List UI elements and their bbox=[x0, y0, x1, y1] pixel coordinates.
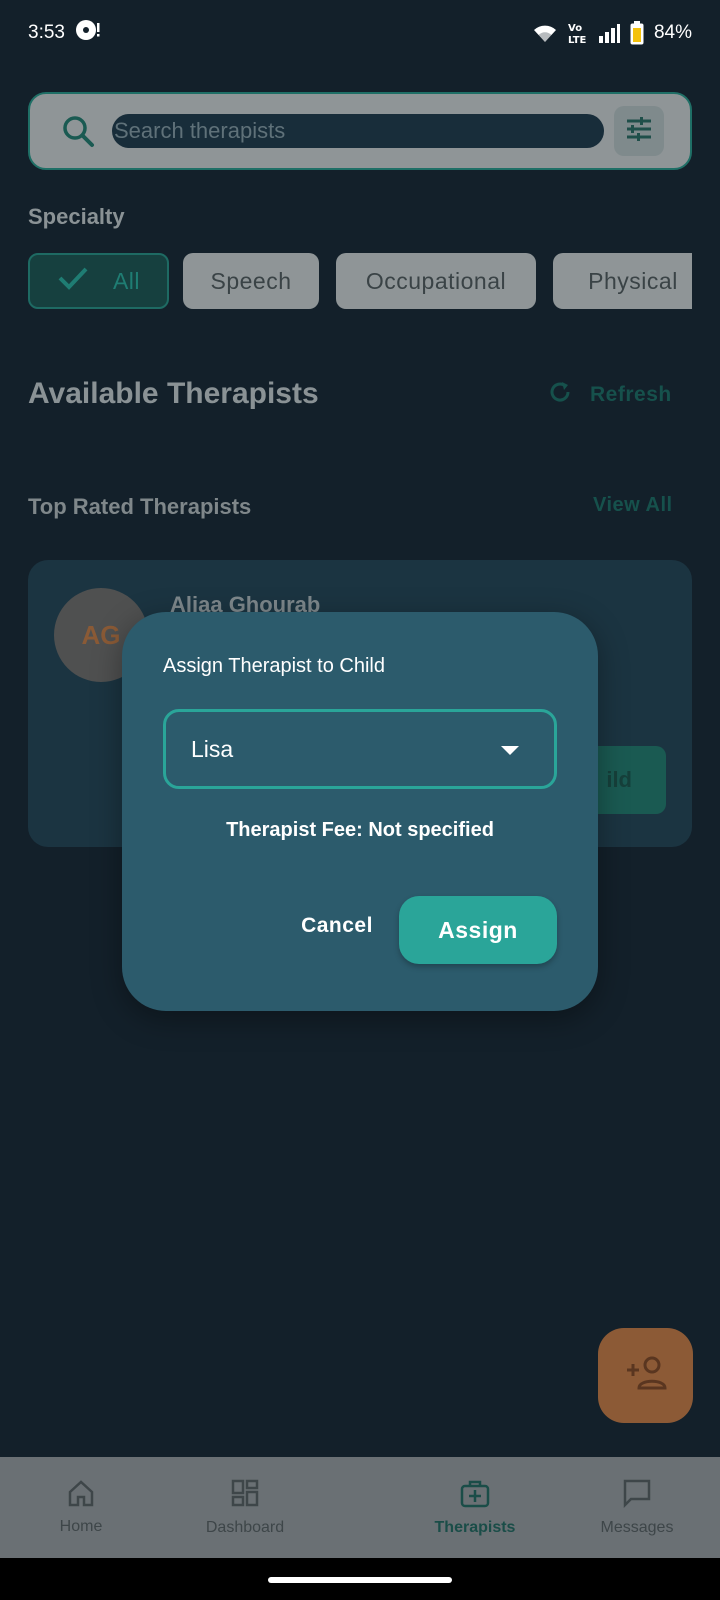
home-icon bbox=[66, 1479, 96, 1512]
search-input[interactable] bbox=[112, 114, 604, 148]
status-time: 3:53 bbox=[28, 22, 65, 43]
battery-percent: 84% bbox=[653, 22, 692, 43]
svg-text:Vo: Vo bbox=[568, 23, 582, 34]
message-icon bbox=[622, 1478, 652, 1513]
battery-icon bbox=[630, 21, 644, 45]
available-therapists-title: Available Therapists bbox=[28, 377, 319, 410]
chip-all[interactable]: All bbox=[28, 253, 169, 309]
dashboard-icon bbox=[230, 1478, 260, 1513]
volte-icon: Vo LTE bbox=[568, 21, 588, 45]
chip-physical[interactable]: Physical bbox=[553, 253, 692, 309]
chip-occupational[interactable]: Occupational bbox=[336, 253, 536, 309]
assign-therapist-dialog: Assign Therapist to Child Lisa Therapist… bbox=[122, 612, 598, 1011]
therapist-fee: Therapist Fee: Not specified bbox=[226, 819, 494, 841]
nav-label: Messages bbox=[600, 1519, 674, 1536]
chip-label: Speech bbox=[210, 267, 292, 294]
filter-button[interactable] bbox=[614, 106, 664, 156]
chip-label: Occupational bbox=[365, 267, 507, 294]
specialty-label: Specialty bbox=[28, 204, 125, 229]
search-bar[interactable] bbox=[28, 92, 692, 170]
status-bar: 3:53 Vo LTE 84% bbox=[0, 0, 720, 66]
cancel-button[interactable]: Cancel bbox=[272, 896, 402, 956]
specialty-chips: All Speech Occupational Physical bbox=[28, 253, 692, 309]
nav-home[interactable]: Home bbox=[41, 1457, 121, 1558]
wifi-icon bbox=[532, 22, 558, 44]
nav-dashboard[interactable]: Dashboard bbox=[190, 1457, 300, 1558]
nav-therapists[interactable]: Therapists bbox=[420, 1457, 530, 1558]
media-icon bbox=[75, 19, 101, 47]
bottom-navigation: Home Dashboard Therapists Messages bbox=[0, 1457, 720, 1558]
medical-bag-icon bbox=[459, 1478, 491, 1513]
refresh-label: Refresh bbox=[590, 383, 672, 406]
assign-button[interactable]: Assign bbox=[399, 896, 557, 964]
check-icon bbox=[57, 266, 113, 296]
home-gesture-bar[interactable] bbox=[268, 1577, 452, 1583]
add-person-icon bbox=[624, 1355, 668, 1396]
refresh-icon bbox=[548, 380, 572, 410]
chip-label: All bbox=[112, 267, 141, 294]
chip-speech[interactable]: Speech bbox=[183, 253, 319, 309]
chip-label: Physical bbox=[588, 267, 678, 294]
child-select[interactable]: Lisa bbox=[163, 709, 557, 789]
refresh-button[interactable]: Refresh bbox=[548, 380, 672, 410]
child-select-value: Lisa bbox=[191, 735, 234, 762]
dropdown-arrow-icon bbox=[500, 736, 520, 763]
nav-label: Therapists bbox=[434, 1519, 516, 1536]
signal-icon bbox=[598, 23, 620, 43]
tune-icon bbox=[625, 116, 653, 147]
svg-text:LTE: LTE bbox=[568, 35, 587, 45]
add-person-fab[interactable] bbox=[598, 1328, 693, 1423]
assign-to-child-label: ild bbox=[606, 767, 632, 792]
dialog-title: Assign Therapist to Child bbox=[163, 655, 385, 677]
nav-label: Dashboard bbox=[205, 1519, 285, 1536]
search-icon bbox=[60, 113, 96, 149]
top-rated-title: Top Rated Therapists bbox=[28, 494, 252, 519]
nav-messages[interactable]: Messages bbox=[587, 1457, 687, 1558]
view-all-link[interactable]: View All bbox=[593, 494, 673, 517]
nav-label: Home bbox=[59, 1518, 103, 1535]
